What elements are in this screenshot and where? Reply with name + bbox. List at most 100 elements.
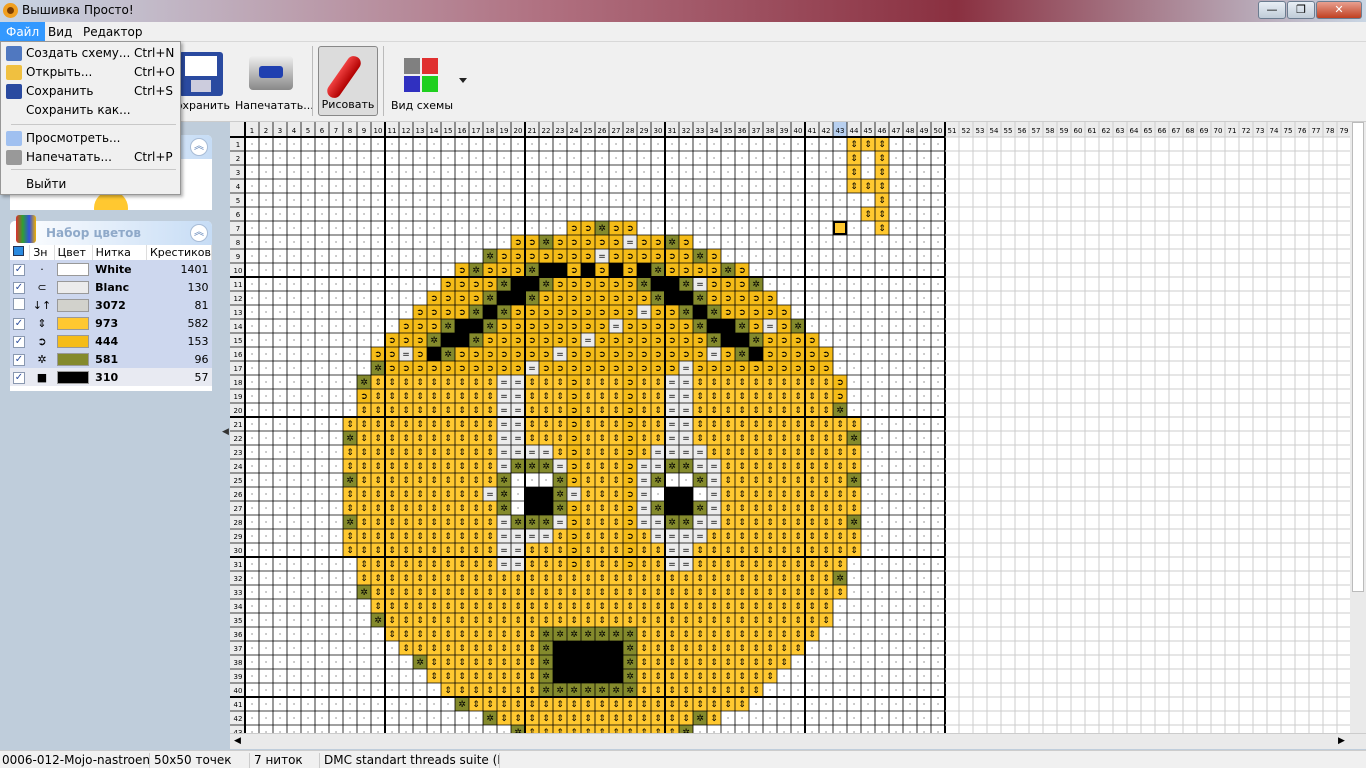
scroll-right-arrow[interactable]: ▶	[1338, 736, 1345, 746]
stitch-cell[interactable]	[525, 277, 539, 291]
draw-toolbar-button[interactable]: Рисовать	[318, 46, 378, 116]
palette-row[interactable]: ✓ · White 1401	[10, 260, 212, 278]
print-toolbar-button[interactable]: Напечатать...	[235, 46, 314, 116]
color-swatch	[57, 370, 90, 384]
visibility-checkbox[interactable]: ✓	[13, 372, 25, 384]
stitch-cell[interactable]	[679, 291, 693, 305]
minimize-button[interactable]: —	[1258, 1, 1286, 19]
vertical-scrollbar[interactable]	[1350, 122, 1366, 733]
stitch-cell[interactable]	[609, 669, 623, 683]
stitch-cell[interactable]	[553, 641, 567, 655]
col-symbol[interactable]: Зн	[29, 245, 55, 260]
pattern-grid-area[interactable]: 1 2 3 4 5 6 7 8 9 10 11 12 13 14 15 16 17 18 19 20 21 22 23 24 2…	[230, 122, 1350, 733]
stitch-cell[interactable]	[539, 501, 553, 515]
stitch-cell[interactable]	[651, 277, 665, 291]
col-color[interactable]: Цвет	[54, 245, 93, 260]
stitch-cell[interactable]	[511, 277, 525, 291]
stitch-cell[interactable]	[665, 487, 679, 501]
stitch-symbol: ⇕	[598, 574, 606, 584]
horizontal-scrollbar[interactable]: ◀ ▶	[230, 733, 1366, 749]
stitch-cell[interactable]	[581, 263, 595, 277]
stitch-cell[interactable]	[735, 333, 749, 347]
visibility-checkbox[interactable]: ✓	[13, 354, 25, 366]
menu-file[interactable]: Файл	[0, 22, 46, 42]
panel-splitter-handle[interactable]: ◀	[222, 427, 229, 437]
stitch-cell[interactable]	[679, 501, 693, 515]
stitch-cell[interactable]	[665, 277, 679, 291]
stitch-cell[interactable]	[595, 655, 609, 669]
stitch-cell[interactable]	[609, 263, 623, 277]
stitch-cell[interactable]	[539, 487, 553, 501]
visibility-checkbox[interactable]: ✓	[13, 282, 25, 294]
stitch-cell[interactable]	[427, 347, 441, 361]
stitch-cell[interactable]	[567, 669, 581, 683]
view-scheme-button[interactable]: Вид схемы	[390, 46, 454, 116]
stitch-cell[interactable]	[567, 655, 581, 669]
visibility-checkbox[interactable]: ✓	[13, 318, 25, 330]
stitch-cell[interactable]	[525, 501, 539, 515]
stitch-cell[interactable]	[441, 333, 455, 347]
stitch-cell[interactable]	[637, 263, 651, 277]
stitch-cell[interactable]	[497, 291, 511, 305]
menu-editor[interactable]: Редактор	[77, 22, 148, 42]
palette-row[interactable]: ↓↑ 3072 81	[10, 296, 212, 314]
stitch-cell[interactable]	[721, 319, 735, 333]
cursor-cell[interactable]	[833, 221, 847, 235]
menu-view[interactable]: Вид	[42, 22, 78, 42]
stitch-symbol: ➲	[738, 280, 746, 290]
scroll-left-arrow[interactable]: ◀	[234, 736, 241, 746]
stitch-cell[interactable]	[525, 487, 539, 501]
palette-row[interactable]: ✓ ➲ 444 153	[10, 332, 212, 350]
file-menu-item[interactable]: Выйти	[3, 175, 178, 194]
visibility-checkbox[interactable]: ✓	[13, 336, 25, 348]
stitch-cell[interactable]	[455, 333, 469, 347]
stitch-cell[interactable]	[595, 641, 609, 655]
stitch-cell[interactable]	[539, 263, 553, 277]
file-menu-item[interactable]: Сохранить как...	[3, 101, 178, 120]
stitch-cell[interactable]	[469, 319, 483, 333]
stitch-cell[interactable]	[693, 305, 707, 319]
stitch-cell[interactable]	[665, 501, 679, 515]
palette-row[interactable]: ✓ ⊂ Blanc 130	[10, 278, 212, 296]
file-menu-item[interactable]: Напечатать... Ctrl+P	[3, 148, 178, 167]
stitch-cell[interactable]	[567, 641, 581, 655]
close-button[interactable]: ✕	[1316, 1, 1362, 19]
file-menu-item[interactable]: Открыть... Ctrl+O	[3, 63, 178, 82]
stitch-cell[interactable]	[581, 669, 595, 683]
visibility-checkbox[interactable]: ✓	[13, 264, 25, 276]
stitch-cell[interactable]	[553, 669, 567, 683]
visibility-checkbox[interactable]	[13, 297, 25, 310]
stitch-cell[interactable]	[665, 291, 679, 305]
collapse-icon[interactable]: ︽	[190, 224, 208, 242]
palette-row[interactable]: ✓ ✲ 581 96	[10, 350, 212, 368]
col-count[interactable]: Крестиков	[146, 245, 213, 260]
stitch-cell[interactable]	[483, 305, 497, 319]
stitch-cell[interactable]	[679, 487, 693, 501]
stitch-cell[interactable]	[511, 291, 525, 305]
stitch-symbol: =	[668, 392, 676, 402]
stitch-cell[interactable]	[609, 641, 623, 655]
stitch-cell[interactable]	[707, 319, 721, 333]
palette-row[interactable]: ✓ ⇕ 973 582	[10, 314, 212, 332]
stitch-cell[interactable]	[581, 655, 595, 669]
maximize-button[interactable]: ❐	[1287, 1, 1315, 19]
stitch-cell[interactable]	[609, 655, 623, 669]
stitch-cell[interactable]	[455, 319, 469, 333]
stitch-cell[interactable]	[553, 655, 567, 669]
stitch-symbol: ·	[909, 490, 912, 499]
stitch-cell[interactable]	[721, 333, 735, 347]
stitch-cell[interactable]	[581, 641, 595, 655]
stitch-cell[interactable]	[749, 347, 763, 361]
collapse-icon[interactable]: ︽	[190, 138, 208, 156]
pattern-grid[interactable]: 1 2 3 4 5 6 7 8 9 10 11 12 13 14 15 16 17 18 19 20 21 22 23 24 2…	[230, 122, 1350, 733]
file-menu-item[interactable]: Сохранить Ctrl+S	[3, 82, 178, 101]
stitch-cell[interactable]	[595, 669, 609, 683]
file-menu-item[interactable]: Просмотреть...	[3, 129, 178, 148]
file-menu-item[interactable]: Создать схему... Ctrl+N	[3, 44, 178, 63]
stitch-cell[interactable]	[553, 263, 567, 277]
stitch-symbol: ⇕	[416, 518, 424, 528]
chevron-down-icon[interactable]	[459, 78, 467, 83]
stitch-symbol: ✲	[542, 518, 550, 528]
col-thread[interactable]: Нитка	[92, 245, 147, 260]
palette-row[interactable]: ✓ ■ 310 57	[10, 368, 212, 386]
